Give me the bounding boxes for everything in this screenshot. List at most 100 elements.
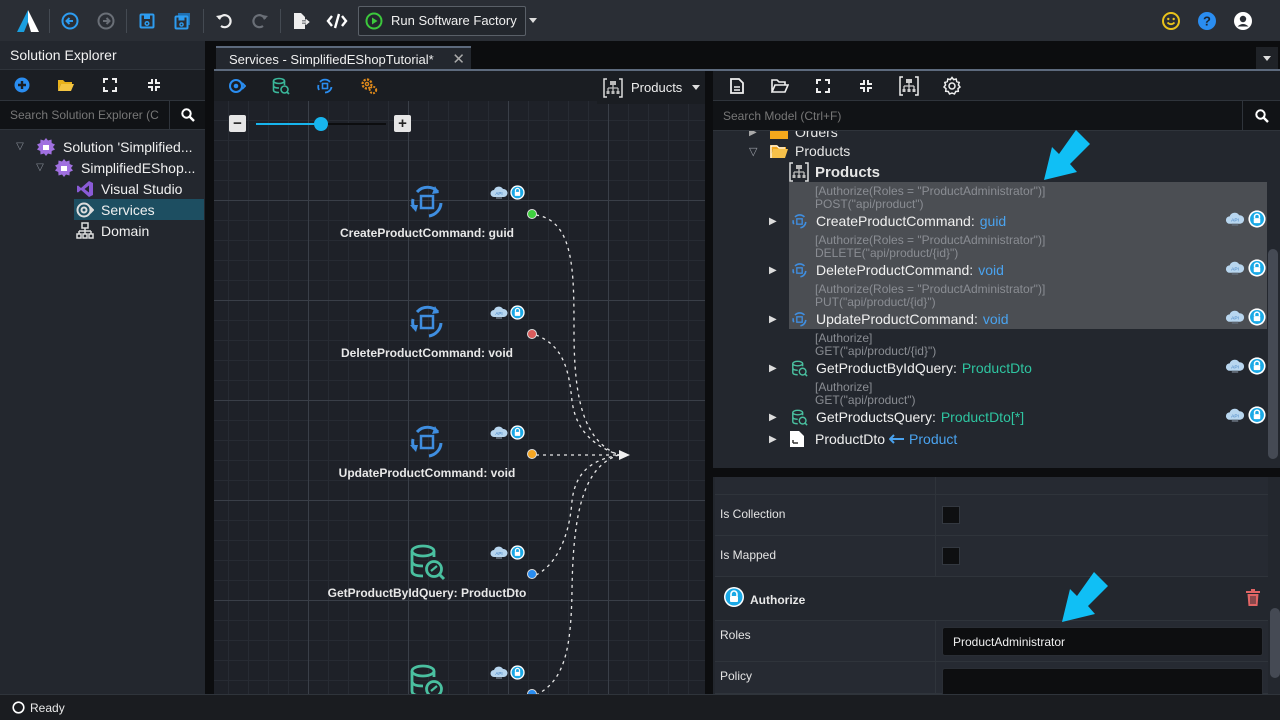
tree-item-command[interactable]: ▶ DeleteProductCommand: void: [769, 261, 1004, 279]
model-search: [713, 100, 1280, 131]
tree-item-application[interactable]: ▽ SimplifiedEShop...: [34, 157, 195, 178]
node-port[interactable]: [527, 449, 537, 459]
tab-services[interactable]: Services - SimplifiedEShopTutorial* ✕: [216, 46, 471, 70]
forward-button[interactable]: [91, 6, 121, 36]
annotation-arrow-icon: [1044, 130, 1090, 180]
lock-icon: [1248, 259, 1266, 277]
collapse-all-button[interactable]: [140, 73, 168, 97]
collapsed-triangle-icon[interactable]: ▶: [769, 412, 781, 423]
new-file-button[interactable]: [723, 74, 751, 98]
redo-icon: [252, 13, 268, 28]
help-button[interactable]: ?: [1192, 6, 1222, 36]
lock-icon: [1248, 357, 1266, 375]
save-button[interactable]: [132, 6, 162, 36]
tree-item-solution[interactable]: ▽ Solution 'Simplified...: [14, 136, 193, 157]
lock-icon: [510, 305, 525, 320]
tree-item-command[interactable]: ▶ CreateProductCommand: guid: [769, 212, 1006, 230]
item-colon: :: [931, 409, 936, 425]
caret-down-icon: [1263, 55, 1271, 61]
diagram-button[interactable]: [895, 74, 923, 98]
is-collection-checkbox[interactable]: [942, 506, 960, 524]
visual-studio-icon: [77, 180, 93, 197]
model-search-button[interactable]: [1242, 101, 1280, 130]
tree-item-command[interactable]: ▶ UpdateProductCommand: void: [769, 310, 1009, 328]
properties-scrollbar[interactable]: [1270, 608, 1280, 678]
collapsed-triangle-icon[interactable]: ▶: [769, 265, 781, 276]
tree-item-services[interactable]: Services: [74, 199, 204, 220]
account-button[interactable]: [1228, 6, 1258, 36]
open-folder-button[interactable]: [766, 74, 794, 98]
tree-item-label: Services: [101, 201, 155, 218]
api-cloud-icon: API: [490, 186, 508, 199]
tree-item-visual-studio[interactable]: Visual Studio: [76, 178, 182, 199]
collapsed-triangle-icon[interactable]: ▶: [769, 434, 781, 445]
feedback-button[interactable]: [1156, 6, 1186, 36]
expand-triangle-icon[interactable]: ▽: [749, 145, 761, 158]
tree-item-query[interactable]: ▶ GetProductByIdQuery: ProductDto: [769, 359, 1032, 377]
splitter[interactable]: [205, 41, 214, 694]
expand-all-button[interactable]: [96, 73, 124, 97]
is-mapped-checkbox[interactable]: [942, 547, 960, 565]
save-all-button[interactable]: [168, 6, 198, 36]
tree-item-domain[interactable]: Domain: [76, 220, 149, 241]
delete-stereotype-icon[interactable]: [1246, 589, 1260, 606]
item-name: UpdateProductCommand: [816, 311, 974, 327]
roles-input[interactable]: [942, 627, 1263, 656]
help-icon: ?: [1198, 11, 1216, 30]
settings-button[interactable]: [938, 74, 966, 98]
run-dropdown-button[interactable]: [526, 6, 540, 36]
add-button[interactable]: [8, 73, 36, 97]
api-cloud-icon: API: [490, 546, 508, 559]
collapsed-triangle-icon[interactable]: ▶: [769, 216, 781, 227]
node-port[interactable]: [527, 209, 537, 219]
solution-search-button[interactable]: [169, 101, 205, 129]
node-port[interactable]: [527, 329, 537, 339]
lock-icon: [724, 587, 744, 607]
back-button[interactable]: [55, 6, 85, 36]
node-label: GetProductByIdQuery: ProductDto: [327, 586, 527, 600]
api-cloud-icon: API: [490, 426, 508, 439]
smiley-icon: [1162, 11, 1180, 30]
model-tree-scrollbar[interactable]: [1268, 249, 1278, 459]
command-icon: [410, 425, 443, 458]
expand-triangle-icon[interactable]: ▽: [14, 141, 26, 153]
item-type: ProductDto[*]: [940, 409, 1025, 425]
api-cloud-icon: API: [1225, 212, 1245, 226]
open-folder-button[interactable]: [52, 73, 80, 97]
node-stereotype-badges: API: [490, 185, 525, 200]
code-button[interactable]: [322, 6, 352, 36]
node-port[interactable]: [527, 569, 537, 579]
tree-item-products-diagram[interactable]: Products: [789, 162, 880, 182]
solution-search-input[interactable]: [0, 101, 169, 129]
export-button[interactable]: [286, 6, 316, 36]
tree-folder-products[interactable]: ▽ Products: [749, 142, 850, 160]
item-type: void: [978, 262, 1004, 278]
model-tree: ▶ Orders ▽ Products Products [Authorize(…: [713, 131, 1280, 468]
tree-item-query[interactable]: ▶ GetProductsQuery: ProductDto[*]: [769, 408, 1024, 426]
close-tab-icon[interactable]: ✕: [452, 50, 465, 68]
expand-all-button[interactable]: [809, 74, 837, 98]
policy-input[interactable]: [942, 668, 1263, 697]
search-icon: [180, 108, 195, 122]
collapse-all-button[interactable]: [852, 74, 880, 98]
tree-folder-orders[interactable]: ▶ Orders: [749, 131, 838, 141]
collapsed-triangle-icon[interactable]: ▶: [749, 131, 761, 138]
splitter[interactable]: [705, 71, 713, 694]
connector-delete: [535, 334, 620, 456]
collapsed-triangle-icon[interactable]: ▶: [769, 314, 781, 325]
splitter[interactable]: [713, 468, 1280, 477]
run-software-factory-button[interactable]: Run Software Factory: [358, 5, 526, 36]
tab-list-dropdown[interactable]: [1256, 47, 1278, 69]
item-stereotype-badges: API: [1225, 308, 1266, 326]
expand-triangle-icon[interactable]: ▽: [34, 162, 46, 174]
http-annotation: GET("api/product/{id}"): [815, 344, 937, 358]
save-icon: [139, 13, 155, 28]
services-diagram[interactable]: Products − + CreateProductCommand: guid A…: [214, 71, 705, 694]
undo-button[interactable]: [209, 6, 239, 36]
redo-button[interactable]: [245, 6, 275, 36]
collapsed-triangle-icon[interactable]: ▶: [769, 363, 781, 374]
tree-item-productdto[interactable]: ▶ ProductDto Product: [769, 430, 957, 448]
lock-icon: [510, 425, 525, 440]
model-search-input[interactable]: [713, 101, 1242, 130]
app-logo[interactable]: [12, 6, 44, 36]
